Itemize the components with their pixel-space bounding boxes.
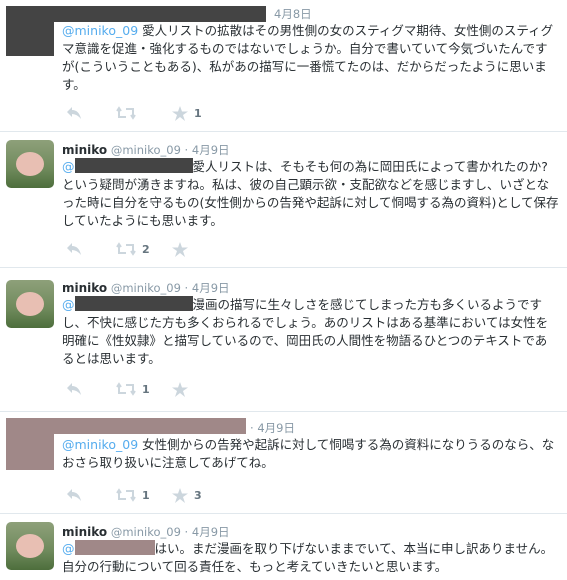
favorite-button[interactable] <box>172 242 194 257</box>
retweet-button[interactable]: 1 <box>116 488 150 502</box>
tweet-header: miniko @miniko_09 · 4月9日 <box>62 281 230 295</box>
retweet-button[interactable] <box>116 106 142 120</box>
user-handle[interactable]: @miniko_09 <box>111 281 181 295</box>
redacted-avatar <box>6 22 54 56</box>
tweet-header: 4月8日 <box>274 6 312 22</box>
reply-arrow-icon <box>67 107 81 119</box>
mention-link[interactable]: @miniko_09 <box>62 437 138 452</box>
tweet-date[interactable]: 4月9日 <box>192 281 230 295</box>
redacted-mention <box>74 296 193 311</box>
reply-arrow-icon <box>67 383 81 395</box>
user-handle[interactable]: @miniko_09 <box>111 143 181 157</box>
redacted-avatar-and-name <box>6 418 246 434</box>
mention-prefix[interactable]: @ <box>62 159 75 174</box>
pig-icon <box>16 292 44 316</box>
tweet-text: @miniko_09 女性側からの告発や起訴に対して恫喝する為の資料になりうるの… <box>62 436 559 472</box>
redacted-avatar <box>6 434 54 470</box>
reply-button[interactable] <box>66 382 82 396</box>
tweet-5: miniko @miniko_09 · 4月9日 @ はい。まだ漫画を取り下げない… <box>0 514 567 580</box>
retweet-count: 1 <box>142 382 150 396</box>
reply-arrow-icon <box>67 489 81 501</box>
tweet-date[interactable]: 4月8日 <box>274 7 312 21</box>
tweet-header: miniko @miniko_09 · 4月9日 <box>62 525 230 539</box>
tweet-4: · 4月9日 @miniko_09 女性側からの告発や起訴に対して恫喝する為の資… <box>0 412 567 514</box>
retweet-button[interactable]: 1 <box>116 382 150 396</box>
avatar[interactable] <box>6 522 54 570</box>
retweet-icon <box>116 242 136 256</box>
tweet-header: miniko @miniko_09 · 4月9日 <box>62 143 230 157</box>
reply-button[interactable] <box>66 488 82 502</box>
pig-icon <box>16 534 44 558</box>
redacted-mention <box>74 158 193 173</box>
tweet-date[interactable]: 4月9日 <box>192 525 230 539</box>
tweet-3: miniko @miniko_09 · 4月9日 @ 漫画の描写に生々しさを感じて… <box>0 268 567 412</box>
display-name[interactable]: miniko <box>62 525 107 539</box>
user-handle[interactable]: @miniko_09 <box>111 525 181 539</box>
tweet-text: @ 愛人リストは、そもそも何の為に岡田氏によって書かれたのか?という疑問が湧きます… <box>62 158 559 230</box>
favorite-button[interactable]: 1 <box>172 106 202 121</box>
star-icon <box>172 242 188 257</box>
tweet-date[interactable]: 4月9日 <box>192 143 230 157</box>
avatar[interactable] <box>6 280 54 328</box>
mention-link[interactable]: @miniko_09 <box>62 23 138 38</box>
redacted-mention <box>74 540 155 555</box>
display-name[interactable]: miniko <box>62 281 107 295</box>
display-name[interactable]: miniko <box>62 143 107 157</box>
mention-prefix[interactable]: @ <box>62 541 75 556</box>
tweet-text: @ 漫画の描写に生々しさを感じてしまった方も多くいるようですし、不快に感じた方も多… <box>62 296 559 368</box>
favorite-count: 3 <box>194 489 202 502</box>
star-icon <box>172 382 188 397</box>
reply-button[interactable] <box>66 242 82 256</box>
retweet-count: 2 <box>142 242 150 256</box>
retweet-icon <box>116 106 136 120</box>
favorite-button[interactable] <box>172 382 194 397</box>
reply-button[interactable] <box>66 106 82 120</box>
retweet-count: 1 <box>142 488 150 502</box>
tweet-text: @miniko_09 愛人リストの拡散はその男性側の女のスティグマ期待、女性側の… <box>62 22 559 94</box>
favorite-button[interactable]: 3 <box>172 488 202 503</box>
reply-arrow-icon <box>67 243 81 255</box>
retweet-icon <box>116 488 136 502</box>
star-icon <box>172 488 188 503</box>
mention-prefix[interactable]: @ <box>62 297 75 312</box>
star-icon <box>172 106 188 121</box>
avatar[interactable] <box>6 140 54 188</box>
redacted-avatar-and-name <box>6 6 266 22</box>
tweet-2: miniko @miniko_09 · 4月9日 @ 愛人リストは、そもそも何の為… <box>0 132 567 268</box>
favorite-count: 1 <box>194 107 202 120</box>
tweet-1: 4月8日 @miniko_09 愛人リストの拡散はその男性側の女のスティグマ期待… <box>0 0 567 132</box>
tweet-text: @ はい。まだ漫画を取り下げないままでいて、本当に申し訳ありません。自分の行動につ… <box>62 540 559 576</box>
tweet-header: · 4月9日 <box>250 421 295 435</box>
pig-icon <box>16 152 44 176</box>
tweet-date[interactable]: 4月9日 <box>257 421 295 435</box>
retweet-button[interactable]: 2 <box>116 242 150 256</box>
retweet-icon <box>116 382 136 396</box>
